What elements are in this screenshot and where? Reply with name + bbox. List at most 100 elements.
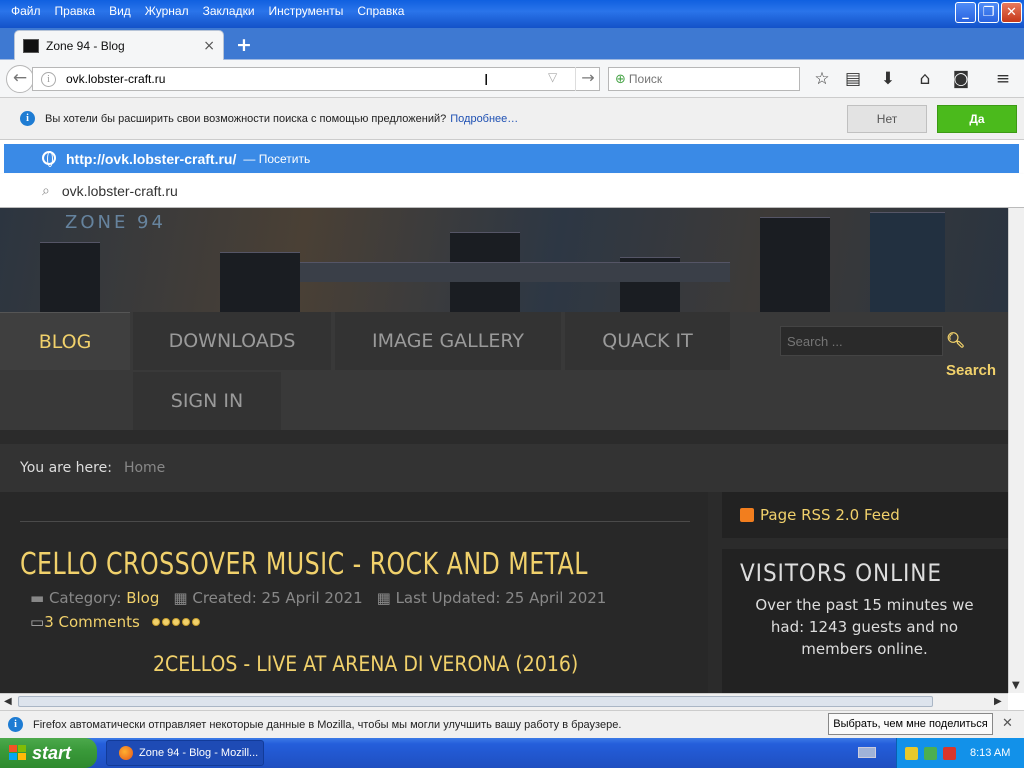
security-alert-icon[interactable] xyxy=(943,746,956,760)
rating-star[interactable] xyxy=(171,618,180,626)
rating-star[interactable] xyxy=(151,618,160,626)
learn-more-link[interactable]: Подробнее… xyxy=(450,113,518,125)
autocomplete-visit-row[interactable]: http://ovk.lobster-craft.ru/ — Посетить xyxy=(4,144,1019,173)
visitors-text: Over the past 15 minutes we had: 1243 gu… xyxy=(755,596,974,658)
tab-title: Zone 94 - Blog xyxy=(46,38,125,53)
taskbar-item-label: Zone 94 - Blog - Mozill... xyxy=(139,747,259,759)
article-meta: ▬ Category: Blog ▦ Created: 25 April 202… xyxy=(30,589,606,607)
info-icon: i xyxy=(20,111,35,126)
menu-bar: Файл Правка Вид Журнал Закладки Инструме… xyxy=(0,0,411,22)
scroll-down-arrow-icon[interactable]: ▼ xyxy=(1012,680,1020,691)
downloads-icon[interactable]: ⬇ xyxy=(875,67,901,91)
category-label: Category: xyxy=(48,589,122,607)
menu-edit[interactable]: Правка xyxy=(48,4,103,18)
nav-quack-it[interactable]: QUACK IT xyxy=(565,312,730,370)
folder-icon: ▬ xyxy=(30,589,49,607)
decline-button[interactable]: Нет xyxy=(847,105,927,133)
url-bar[interactable]: i xyxy=(32,67,600,91)
back-button[interactable]: ← xyxy=(6,65,34,93)
calendar-icon: ▦ xyxy=(173,589,193,607)
nav-sign-in[interactable]: SIGN IN xyxy=(133,372,281,430)
network-icon[interactable] xyxy=(924,746,937,760)
rating-stars[interactable] xyxy=(151,618,200,626)
updated-text: Last Updated: 25 April 2021 xyxy=(395,589,607,607)
pocket-icon[interactable]: ◙ xyxy=(948,67,974,91)
breadcrumb-home[interactable]: Home xyxy=(124,460,165,476)
autocomplete-search-text: ovk.lobster-craft.ru xyxy=(61,182,178,199)
menu-file[interactable]: Файл xyxy=(4,4,48,18)
scroll-right-arrow-icon[interactable]: ▶ xyxy=(994,696,1002,707)
article-subtitle: 2CELLOS - LIVE AT ARENA DI VERONA (2016) xyxy=(153,652,579,676)
nav-image-gallery[interactable]: IMAGE GALLERY xyxy=(335,312,561,370)
search-engine-icon[interactable]: ⊕ xyxy=(615,72,626,87)
site-search-button[interactable]: 🔍︎ Search xyxy=(946,326,1008,379)
accept-button[interactable]: Да xyxy=(937,105,1017,133)
site-info-icon[interactable]: i xyxy=(41,71,56,87)
search-bar[interactable]: ⊕ xyxy=(608,67,800,91)
rating-star[interactable] xyxy=(191,618,200,626)
rating-star[interactable] xyxy=(161,618,170,626)
nav-downloads[interactable]: DOWNLOADS xyxy=(133,312,331,370)
vertical-scrollbar[interactable]: ▼ xyxy=(1008,208,1024,693)
site-banner: ZONE 94 xyxy=(0,208,1008,312)
search-input[interactable] xyxy=(628,72,789,86)
menu-help[interactable]: Справка xyxy=(350,4,411,18)
autocomplete-url: http://ovk.lobster-craft.ru/ xyxy=(66,150,237,167)
windows-logo-icon xyxy=(9,745,27,761)
calendar-icon: ▦ xyxy=(376,589,396,607)
site-logo[interactable]: ZONE 94 xyxy=(65,212,166,233)
created-text: Created: 25 April 2021 xyxy=(192,589,363,607)
history-dropdown-icon[interactable]: ▽ xyxy=(548,70,557,84)
search-icon: ⌕ xyxy=(42,182,50,199)
category-meta: ▬ Category: Blog xyxy=(30,589,159,607)
info-icon: i xyxy=(8,717,23,732)
text-cursor-icon: I xyxy=(484,71,489,89)
web-page: ZONE 94 BLOG DOWNLOADS IMAGE GALLERY QUA… xyxy=(0,208,1008,693)
breadcrumb: You are here: Home xyxy=(0,444,1008,492)
search-icon: 🔍︎ xyxy=(946,332,966,349)
article-title[interactable]: CELLO CROSSOVER MUSIC - ROCK AND METAL xyxy=(20,547,588,582)
site-search-button-label: Search xyxy=(946,362,997,379)
notification-text: Вы хотели бы расширить свои возможности … xyxy=(45,112,447,125)
tab-close-icon[interactable]: × xyxy=(203,38,215,54)
choose-what-to-share-button[interactable]: Выбрать, чем мне поделиться xyxy=(828,713,993,735)
go-button[interactable]: → xyxy=(575,67,600,91)
autocomplete-search-row[interactable]: ⌕ ovk.lobster-craft.ru xyxy=(0,174,1024,208)
maximize-button[interactable]: ❐ xyxy=(978,2,999,23)
url-input[interactable] xyxy=(66,72,506,86)
rss-widget[interactable]: Page RSS 2.0 Feed xyxy=(722,492,1008,538)
menu-bookmarks[interactable]: Закладки xyxy=(196,4,262,18)
keyboard-icon[interactable] xyxy=(858,747,876,758)
scroll-left-arrow-icon[interactable]: ◀ xyxy=(4,696,12,707)
bookmarks-list-icon[interactable]: ▤ xyxy=(840,67,866,91)
rss-link[interactable]: Page RSS 2.0 Feed xyxy=(760,506,900,524)
site-search-input[interactable] xyxy=(780,326,943,356)
autocomplete-visit-label: — Посетить xyxy=(243,151,311,166)
browser-tab[interactable]: Zone 94 - Blog × xyxy=(14,30,224,60)
category-link[interactable]: Blog xyxy=(126,589,159,607)
new-tab-button[interactable]: + xyxy=(236,34,252,56)
menu-tools[interactable]: Инструменты xyxy=(262,4,351,18)
shield-icon[interactable] xyxy=(905,746,918,760)
clock: 8:13 AM xyxy=(970,747,1011,759)
close-notification-icon[interactable]: ✕ xyxy=(1002,716,1013,731)
site-favicon-icon xyxy=(23,38,39,53)
menu-view[interactable]: Вид xyxy=(102,4,138,18)
menu-history[interactable]: Журнал xyxy=(138,4,196,18)
horizontal-scroll-thumb[interactable] xyxy=(18,696,933,707)
close-window-button[interactable]: ✕ xyxy=(1001,2,1022,23)
hamburger-menu-icon[interactable]: ≡ xyxy=(990,67,1016,91)
data-reporting-text: Firefox автоматически отправляет некотор… xyxy=(33,718,622,731)
nav-blog[interactable]: BLOG xyxy=(0,312,130,370)
visitors-title: VISITORS ONLINE xyxy=(740,559,942,587)
comments-link[interactable]: 3 Comments xyxy=(44,613,140,631)
rating-star[interactable] xyxy=(181,618,190,626)
comments-meta: ▭ 3 Comments xyxy=(30,613,200,631)
taskbar-item-firefox[interactable]: Zone 94 - Blog - Mozill... xyxy=(106,740,264,766)
updated-date: ▦ Last Updated: 25 April 2021 xyxy=(377,589,607,607)
home-icon[interactable]: ⌂ xyxy=(912,67,938,91)
bookmark-star-icon[interactable]: ☆ xyxy=(809,67,835,91)
divider xyxy=(20,521,690,522)
minimize-button[interactable]: _ xyxy=(955,2,976,23)
firefox-icon xyxy=(119,746,133,760)
